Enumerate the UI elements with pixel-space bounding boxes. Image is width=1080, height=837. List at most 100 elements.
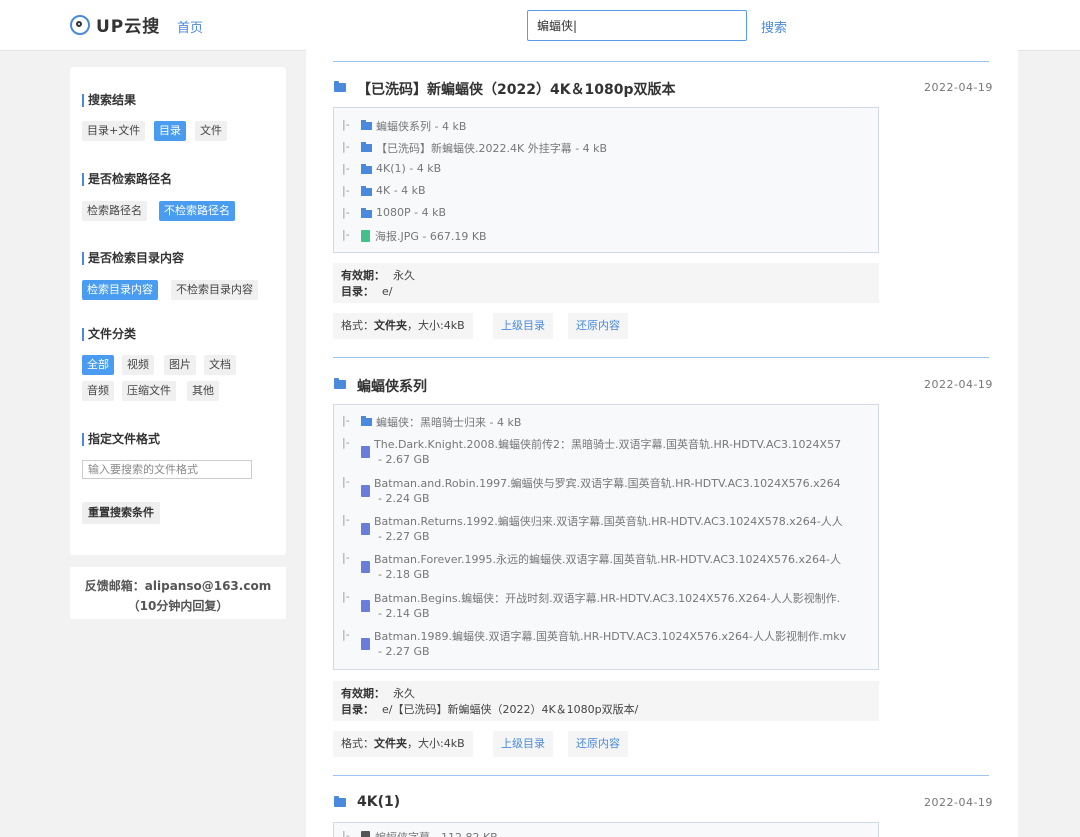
tree-item-label: 4K(1) - 4 kB [376,162,442,175]
chip-document[interactable]: 文档 [204,355,236,375]
tree-branch-marker: |- [342,140,350,153]
tree-branch-marker: |- [342,414,350,427]
restore-content-button[interactable]: 还原内容 [568,731,628,757]
tree-item-label: 海报.JPG - 667.19 KB [375,230,487,243]
tree-branch-marker: |- [342,228,350,241]
search-input[interactable] [527,10,747,41]
chip-no-search-dir-content[interactable]: 不检索目录内容 [171,280,258,300]
search-button[interactable]: 搜索 [761,17,787,36]
tree-item-label: The.Dark.Knight.2008.蝙蝠侠前传2：黑暗骑士.双语字幕.国英… [374,438,842,451]
tree-item-label: 1080P - 4 kB [376,206,447,219]
validity-value: 永久 [393,269,415,282]
chip-search-path[interactable]: 检索路径名 [82,201,147,221]
tree-branch-marker: |- [342,118,350,131]
chip-video[interactable]: 视频 [122,355,154,375]
chip-image[interactable]: 图片 [164,355,196,375]
folder-icon [334,796,346,807]
file-tree: |- 蝙蝠侠字幕 - 112.82 KB [333,822,879,837]
result-date: 2022-04-19 [924,796,993,809]
video-file-icon [361,485,370,497]
tree-item-label: Batman.1989.蝙蝠侠.双语字幕.国英音轨.HR-HDTV.AC3.10… [374,630,847,643]
tree-item-label: 蝙蝠侠字幕 - 112.82 KB [375,829,498,837]
chip-search-dir-content[interactable]: 检索目录内容 [82,280,158,300]
chip-no-search-path[interactable]: 不检索路径名 [159,201,235,221]
tree-branch-marker: |- [342,551,350,564]
tree-branch-marker: |- [342,206,350,219]
chip-dir[interactable]: 目录 [154,121,186,141]
restore-content-button[interactable]: 还原内容 [568,313,628,339]
file-tree: |- 蝙蝠侠：黑暗骑士归来 - 4 kB |- The.Dark.Knight.2… [333,404,879,670]
parent-dir-button[interactable]: 上级目录 [493,731,553,757]
validity-value: 永久 [393,687,415,700]
video-file-icon [361,446,370,458]
chip-audio[interactable]: 音频 [82,381,114,401]
tree-item-label: 蝙蝠侠：黑暗骑士归来 - 4 kB [376,416,522,429]
format-value: 文件夹 [374,319,407,332]
chip-archive[interactable]: 压缩文件 [122,381,176,401]
chip-file[interactable]: 文件 [195,121,227,141]
chip-other[interactable]: 其他 [187,381,219,401]
filter-sidebar: 搜索结果 目录+文件 目录 文件 是否检索路径名 检索路径名 不检索路径名 是否… [70,67,286,555]
section-title-path-search: 是否检索路径名 [82,173,172,186]
folder-icon [361,208,372,218]
section-title-dir-content: 是否检索目录内容 [82,252,184,265]
logo-text: UP云搜 [96,17,161,37]
tree-item-size: - 2.24 GB [378,492,430,505]
chip-dir-and-file[interactable]: 目录+文件 [82,121,146,141]
dir-value: e/ [382,285,393,298]
result-meta: 有效期： 永久 目录： e/ [333,263,879,303]
logo[interactable]: UP云搜 [70,12,160,37]
tree-item-size: - 2.27 GB [378,530,430,543]
tree-branch-marker: |- [342,513,350,526]
folder-icon [361,186,372,196]
result-title[interactable]: 蝙蝠侠系列 [357,376,427,396]
home-link[interactable]: 首页 [177,17,203,36]
tree-item-label: 4K - 4 kB [376,184,426,197]
folder-icon [361,142,372,152]
result-separator [333,357,989,358]
reset-filters-button[interactable]: 重置搜索条件 [82,502,160,524]
tree-item-label: Batman.and.Robin.1997.蝙蝠侠与罗宾.双语字幕.国英音轨.H… [374,477,841,490]
tree-item-size: - 2.67 GB [378,453,430,466]
result-title[interactable]: 【已洗码】新蝙蝠侠（2022）4K＆1080p双版本 [357,79,676,99]
folder-icon [334,81,346,92]
tree-item-size: - 2.27 GB [378,645,430,658]
section-title-category: 文件分类 [82,328,136,341]
format-label: 格式： [341,737,374,750]
file-tree: |- 蝙蝠侠系列 - 4 kB |- 【已洗码】新蝙蝠侠.2022.4K 外挂字幕 … [333,107,879,253]
tree-branch-marker: |- [342,628,350,641]
tree-item-label: Batman.Begins.蝙蝠侠：开战时刻.双语字幕.HR-HDTV.AC3.… [374,592,841,605]
tree-branch-marker: |- [342,436,350,449]
video-file-icon [361,638,370,650]
feedback-note: （10分钟内回复） [127,599,229,613]
tree-branch-marker: |- [342,829,350,837]
result-meta: 有效期： 永久 目录： e/【已洗码】新蝙蝠侠（2022）4K＆1080p双版本/ [333,681,879,721]
search-logo-icon [70,14,90,35]
feedback-email: 反馈邮箱：alipanso@163.com [84,579,272,593]
top-bar: UP云搜 首页 搜索 [0,0,1080,51]
folder-icon [361,120,372,130]
parent-dir-button[interactable]: 上级目录 [493,313,553,339]
size-text: ，大小:4kB [407,319,465,332]
format-info: 格式：文件夹，大小:4kB [333,313,473,339]
chip-all[interactable]: 全部 [82,355,114,375]
image-file-icon [361,230,370,242]
tree-item-size: - 2.14 GB [378,607,430,620]
folder-icon [334,378,346,389]
validity-label: 有效期： [341,269,385,282]
folder-icon [361,416,372,426]
dir-label: 目录： [341,703,374,716]
section-title-result-type: 搜索结果 [82,94,136,107]
dir-label: 目录： [341,285,374,298]
video-file-icon [361,600,370,612]
tree-item-label: Batman.Forever.1995.永远的蝙蝠侠.双语字幕.国英音轨.HR-… [374,553,842,566]
result-date: 2022-04-19 [924,81,993,94]
section-title-file-format: 指定文件格式 [82,433,160,446]
dir-value: e/【已洗码】新蝙蝠侠（2022）4K＆1080p双版本/ [382,703,639,716]
video-file-icon [361,561,370,573]
format-info: 格式：文件夹，大小:4kB [333,731,473,757]
file-format-input[interactable] [82,460,252,479]
result-title[interactable]: 4K(1) [357,794,400,810]
tree-item-size: - 2.18 GB [378,568,430,581]
format-label: 格式： [341,319,374,332]
